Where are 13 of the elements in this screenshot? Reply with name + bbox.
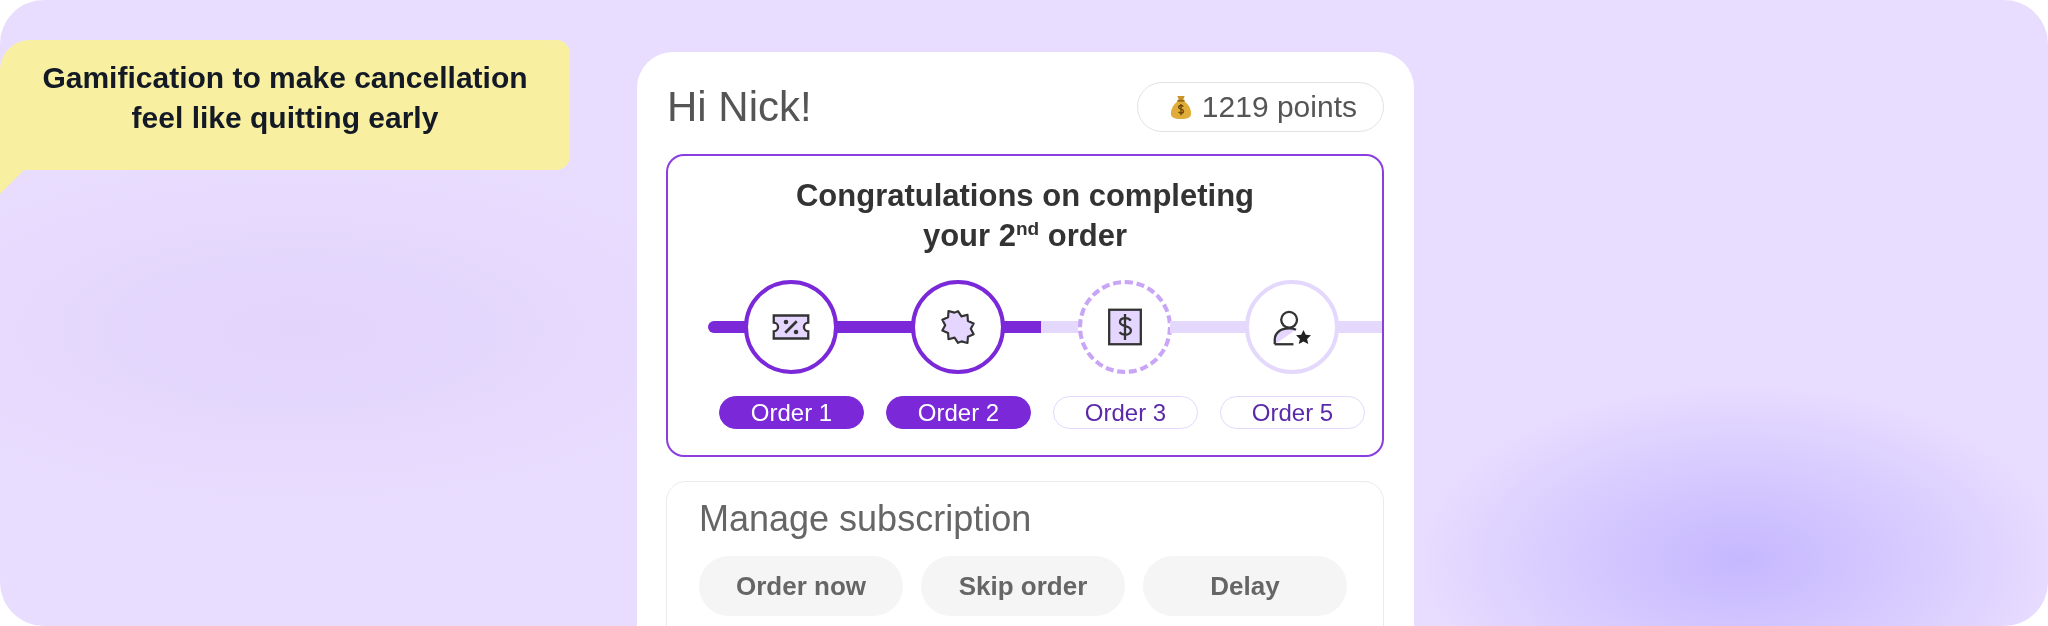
action-button[interactable]: Delay: [1143, 556, 1347, 616]
order-label: Order 5: [1220, 396, 1365, 429]
order-label: Order 1: [719, 396, 864, 429]
order-label: Order 2: [886, 396, 1031, 429]
callout-note: Gamification to make cancellation feel like quitting early: [0, 40, 570, 170]
progress-title: Congratulations on completing your 2$^{nd}$ order: [794, 177, 1256, 255]
callout-tail: [0, 170, 24, 194]
action-button[interactable]: Skip order: [921, 556, 1125, 616]
money-bag-icon: [1169, 94, 1192, 120]
greeting: Hi Nick!: [667, 83, 812, 131]
action-button[interactable]: Order now: [699, 556, 903, 616]
order-label: Order 3: [1053, 396, 1198, 429]
manage-title: Manage subscription: [699, 498, 1033, 540]
